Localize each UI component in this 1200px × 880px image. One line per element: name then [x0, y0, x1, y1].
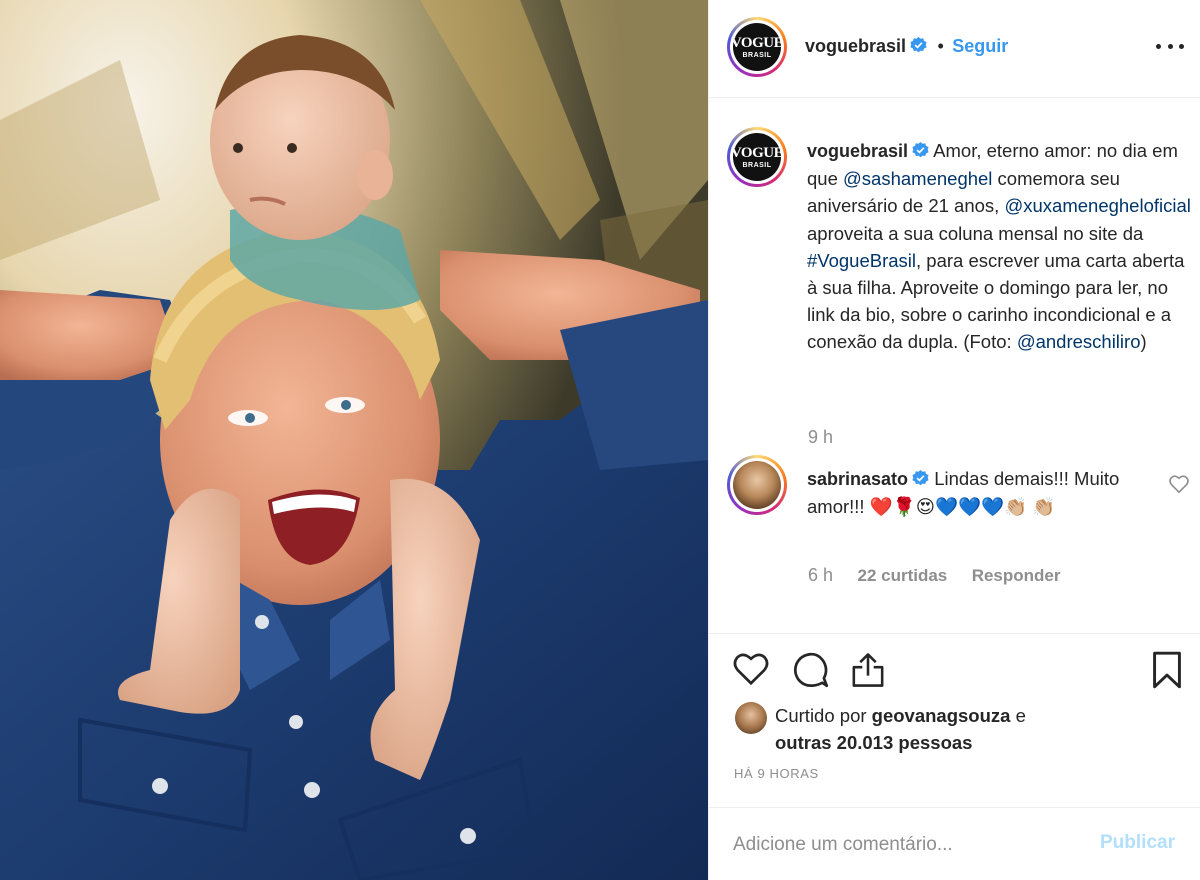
comment-input[interactable]	[733, 830, 1073, 860]
verified-badge-icon	[912, 470, 929, 486]
avatar-photo	[733, 461, 781, 509]
bookmark-icon[interactable]	[1152, 651, 1182, 689]
likes-middle: e	[1010, 705, 1026, 726]
likes-summary: Curtido por geovanagsouza e outras 20.01…	[775, 702, 1026, 756]
more-options-icon[interactable]	[1156, 34, 1184, 58]
heart-icon[interactable]	[733, 652, 769, 686]
likes-others-count[interactable]: outras 20.013 pessoas	[775, 732, 972, 753]
vogue-logo: VOGUE BRASIL	[731, 23, 784, 71]
comment-author-avatar[interactable]	[727, 455, 787, 515]
comment-likes-count[interactable]: 22 curtidas	[857, 566, 947, 585]
comment-time[interactable]: 6 h	[808, 565, 833, 585]
caption-time[interactable]: 9 h	[808, 427, 833, 448]
caption-author[interactable]: voguebrasil	[807, 141, 908, 161]
post-photo[interactable]	[0, 0, 708, 880]
follow-button[interactable]: Seguir	[952, 36, 1008, 56]
verified-badge-icon	[912, 142, 929, 158]
comment-author[interactable]: sabrinasato	[807, 469, 908, 489]
comment-body: sabrinasato Lindas demais!!! Muito amor!…	[807, 465, 1147, 520]
mention-link[interactable]: @sashameneghel	[843, 168, 992, 189]
likes-prefix: Curtido por	[775, 705, 872, 726]
post-actions: Curtido por geovanagsouza e outras 20.01…	[709, 633, 1200, 880]
caption-author-avatar[interactable]: VOGUE BRASIL	[727, 127, 787, 187]
comment-meta: 6 h 22 curtidas Responder	[808, 565, 1061, 586]
publish-button[interactable]: Publicar	[1100, 832, 1175, 854]
mention-link[interactable]: @andreschiliro	[1017, 331, 1141, 352]
author-username[interactable]: voguebrasil	[805, 36, 906, 56]
liker-username[interactable]: geovanagsouza	[872, 705, 1011, 726]
add-comment-bar: Publicar	[709, 807, 1200, 880]
mention-link[interactable]: @xuxameneghel​oficial	[1004, 195, 1190, 216]
share-icon[interactable]	[851, 651, 885, 689]
comment-like-heart-icon[interactable]	[1169, 475, 1189, 493]
caption-text-3: aproveita a sua coluna mensal no site da	[807, 222, 1144, 244]
hashtag-link[interactable]: #VogueBrasil	[807, 250, 916, 271]
post-side-panel: VOGUE BRASIL voguebrasil • Seguir VOGUE …	[708, 0, 1200, 880]
reply-button[interactable]: Responder	[972, 566, 1061, 585]
post-header: VOGUE BRASIL voguebrasil • Seguir	[709, 0, 1200, 98]
verified-badge-icon	[910, 37, 927, 53]
caption-text-5: )	[1140, 331, 1147, 353]
author-avatar[interactable]: VOGUE BRASIL	[727, 17, 787, 77]
separator-dot: •	[937, 36, 944, 56]
liker-avatar[interactable]	[735, 702, 767, 734]
photo-illustration	[0, 0, 708, 880]
vogue-logo: VOGUE BRASIL	[731, 133, 784, 181]
post-timestamp[interactable]: HÁ 9 HORAS	[734, 766, 819, 781]
comment-icon[interactable]	[793, 652, 829, 688]
comments-section: VOGUE BRASIL voguebrasil Amor, eterno am…	[709, 99, 1200, 633]
post-caption: voguebrasil Amor, eterno amor: no dia em…	[807, 137, 1191, 356]
